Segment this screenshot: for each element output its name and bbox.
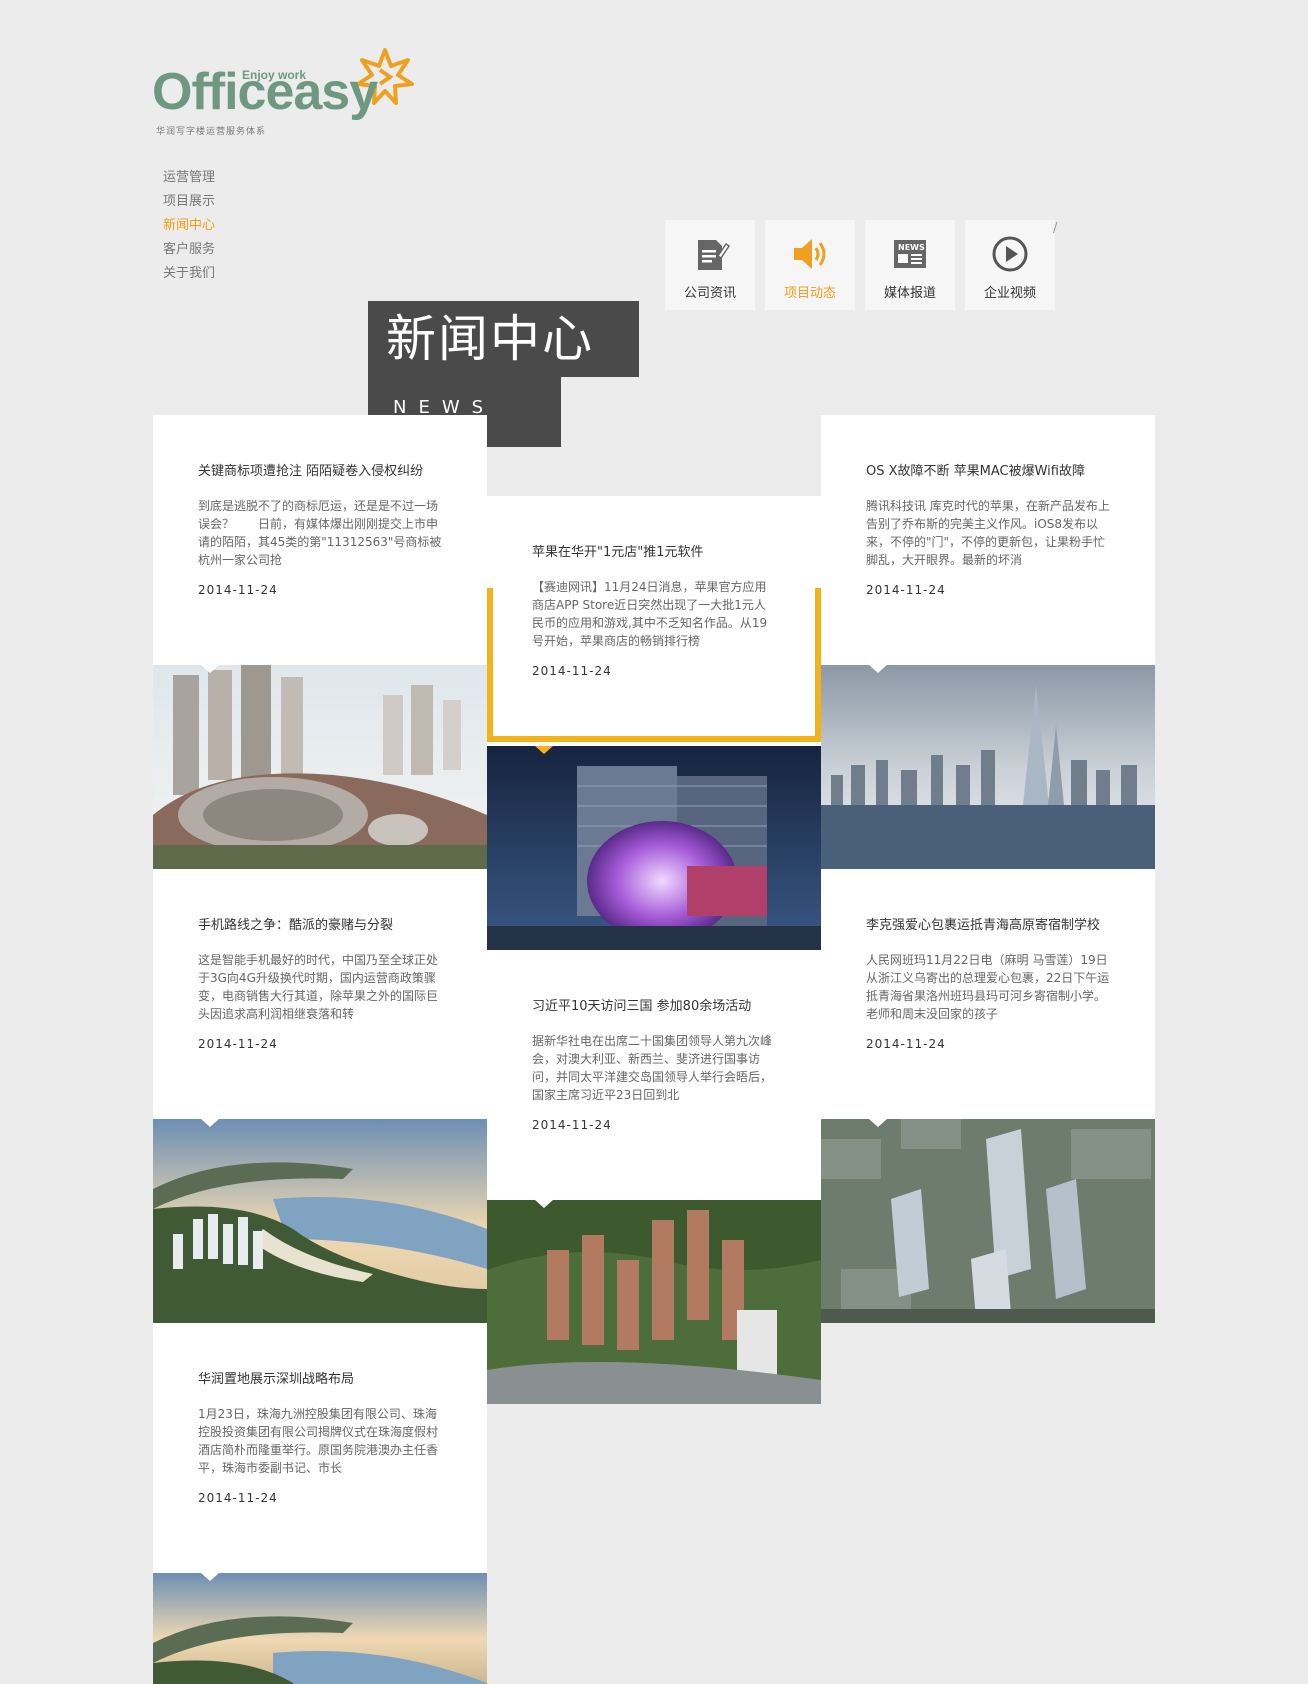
nav-item-news[interactable]: 新闻中心 bbox=[163, 214, 215, 238]
city-mall-photo[interactable] bbox=[153, 665, 487, 869]
news-date: 2014-11-24 bbox=[866, 1037, 946, 1051]
tab-media-reports[interactable]: NEWS 媒体报道 bbox=[865, 220, 955, 310]
section-title: 新闻中心 bbox=[368, 301, 639, 377]
news-date: 2014-11-24 bbox=[198, 583, 278, 597]
skyline-river-photo[interactable] bbox=[821, 665, 1155, 869]
svg-text:NEWS: NEWS bbox=[898, 243, 925, 252]
tab-label: 公司资讯 bbox=[683, 286, 736, 301]
site-logo[interactable]: Officeasy Enjoy work 华润写字楼运营服务体系 bbox=[152, 48, 414, 138]
card-pointer bbox=[201, 1573, 219, 1581]
card-pointer bbox=[869, 665, 887, 673]
news-headline[interactable]: 关键商标项遭抢注 陌陌疑卷入侵权纠纷 bbox=[198, 463, 442, 481]
news-date: 2014-11-24 bbox=[866, 583, 946, 597]
news-summary: 1月23日，珠海九洲控股集团有限公司、珠海控股投资集团有限公司揭牌仪式在珠海度假… bbox=[198, 1407, 439, 1475]
news-date: 2014-11-24 bbox=[532, 664, 612, 678]
tabs-divider: / bbox=[1053, 221, 1058, 236]
tab-company-news[interactable]: 公司资讯 bbox=[665, 220, 755, 310]
logo-tagline: Enjoy work bbox=[242, 68, 307, 82]
news-date: 2014-11-24 bbox=[198, 1491, 278, 1505]
tab-label: 企业视频 bbox=[983, 286, 1036, 301]
news-card[interactable]: 李克强爱心包裹运抵青海高原寄宿制学校 人民网班玛11月22日电（麻明 马雪莲）1… bbox=[821, 869, 1155, 1323]
logo-subtitle: 华润写字楼运营服务体系 bbox=[156, 127, 267, 137]
tab-label: 媒体报道 bbox=[883, 286, 936, 301]
news-card[interactable]: 习近平10天访问三国 参加80余场活动 据新华社电在出席二十国集团领导人第九次峰… bbox=[487, 950, 821, 1404]
residential-towers-photo[interactable] bbox=[487, 1200, 821, 1404]
news-headline[interactable]: 习近平10天访问三国 参加80余场活动 bbox=[532, 998, 776, 1016]
news-headline[interactable]: 李克强爱心包裹运抵青海高原寄宿制学校 bbox=[866, 917, 1110, 935]
news-card-featured[interactable]: 苹果在华开"1元店"推1元软件 【赛迪网讯】11月24日消息，苹果官方应用商店A… bbox=[487, 496, 821, 950]
news-summary: 【赛迪网讯】11月24日消息，苹果官方应用商店APP Store近日突然出现了一… bbox=[532, 580, 768, 648]
tab-project-updates[interactable]: 项目动态 bbox=[765, 220, 855, 310]
coast-bay-photo-2[interactable] bbox=[153, 1573, 487, 1684]
news-summary: 这是智能手机最好的时代，中国乃至全球正处于3G向4G升级换代时期，国内运营商政策… bbox=[198, 953, 439, 1021]
news-date: 2014-11-24 bbox=[532, 1118, 612, 1132]
tab-label: 项目动态 bbox=[783, 286, 836, 301]
news-card[interactable]: 关键商标项遭抢注 陌陌疑卷入侵权纠纷 到底是逃脱不了的商标厄运，还是是不过一场误… bbox=[153, 415, 487, 869]
news-summary: 腾讯科技讯 库克时代的苹果，在新产品发布上告别了乔布斯的完美主义作风。iOS8发… bbox=[866, 499, 1110, 567]
coast-bay-photo[interactable] bbox=[153, 1119, 487, 1323]
news-summary: 到底是逃脱不了的商标厄运，还是是不过一场误会？ 日前，有媒体爆出刚刚提交上市申请… bbox=[198, 499, 442, 567]
card-pointer bbox=[201, 665, 219, 673]
card-pointer bbox=[869, 1119, 887, 1127]
nav-item-services[interactable]: 客户服务 bbox=[163, 238, 215, 262]
led-building-photo[interactable] bbox=[487, 746, 821, 950]
speaker-icon bbox=[794, 239, 826, 269]
news-summary: 人民网班玛11月22日电（麻明 马雪莲）19日从浙江义乌寄出的总理爱心包裹，22… bbox=[866, 953, 1110, 1021]
news-card[interactable]: 华润置地展示深圳战略布局 1月23日，珠海九洲控股集团有限公司、珠海控股投资集团… bbox=[153, 1323, 487, 1684]
nav-item-about[interactable]: 关于我们 bbox=[163, 262, 215, 286]
card-pointer bbox=[535, 746, 553, 754]
news-date: 2014-11-24 bbox=[198, 1037, 278, 1051]
card-pointer bbox=[535, 1200, 553, 1208]
nav-item-operations[interactable]: 运营管理 bbox=[163, 166, 215, 190]
nav-item-projects[interactable]: 项目展示 bbox=[163, 190, 215, 214]
news-headline[interactable]: OS X故障不断 苹果MAC被爆Wifi故障 bbox=[866, 463, 1110, 481]
news-headline[interactable]: 手机路线之争：酷派的豪赌与分裂 bbox=[198, 917, 442, 935]
card-pointer bbox=[201, 1119, 219, 1127]
news-card[interactable]: OS X故障不断 苹果MAC被爆Wifi故障 腾讯科技讯 库克时代的苹果，在新产… bbox=[821, 415, 1155, 869]
news-summary: 据新华社电在出席二十国集团领导人第九次峰会，对澳大利亚、新西兰、斐济进行国事访问… bbox=[532, 1034, 773, 1102]
tab-corporate-video[interactable]: 企业视频 bbox=[965, 220, 1055, 310]
news-headline[interactable]: 华润置地展示深圳战略布局 bbox=[198, 1371, 442, 1389]
news-card[interactable]: 手机路线之争：酷派的豪赌与分裂 这是智能手机最好的时代，中国乃至全球正处于3G向… bbox=[153, 869, 487, 1323]
news-headline[interactable]: 苹果在华开"1元店"推1元软件 bbox=[532, 544, 776, 562]
document-pen-icon bbox=[698, 240, 730, 270]
main-nav: 运营管理 项目展示 新闻中心 客户服务 关于我们 bbox=[163, 166, 215, 286]
aerial-towers-photo[interactable] bbox=[821, 1119, 1155, 1323]
newspaper-icon: NEWS bbox=[894, 240, 926, 268]
play-icon bbox=[992, 236, 1028, 272]
